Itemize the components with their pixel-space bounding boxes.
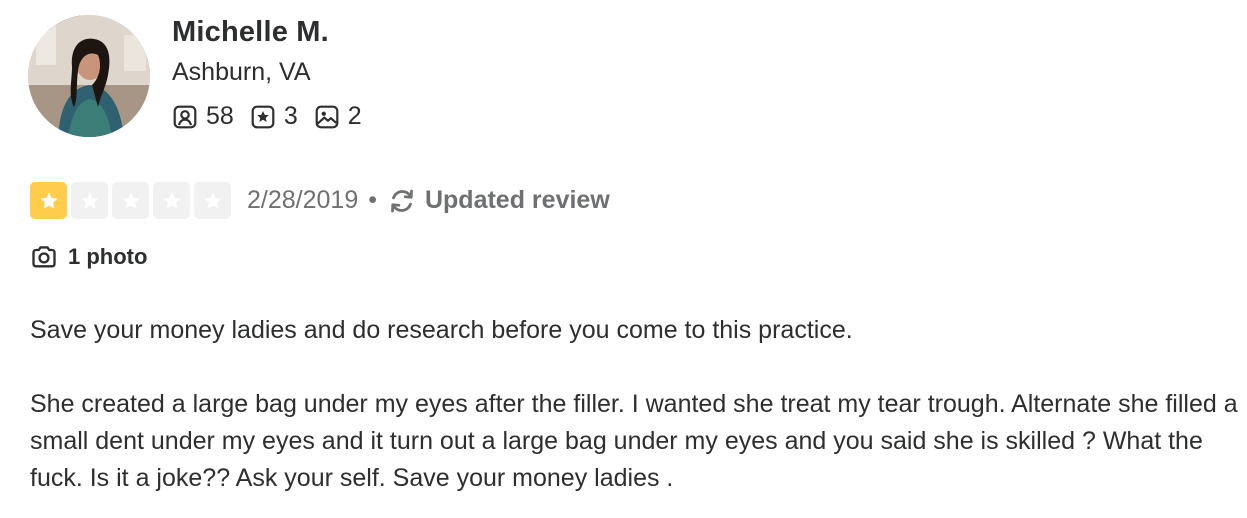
user-name[interactable]: Michelle M. bbox=[172, 16, 329, 49]
star-rating bbox=[30, 182, 231, 219]
avatar[interactable] bbox=[28, 15, 150, 137]
reviews-count: 3 bbox=[283, 102, 298, 130]
review-paragraph: Save your money ladies and do research b… bbox=[30, 316, 853, 344]
reviews-stat: 3 bbox=[250, 102, 298, 131]
star-icon bbox=[39, 191, 58, 209]
star-empty bbox=[112, 182, 149, 219]
photos-stat: 2 bbox=[314, 102, 362, 131]
avatar-image bbox=[28, 15, 150, 137]
star-empty bbox=[71, 182, 108, 219]
photo-count-label: 1 photo bbox=[68, 244, 148, 269]
updated-review-link[interactable]: Updated review bbox=[387, 186, 610, 216]
refresh-icon bbox=[391, 189, 413, 212]
photos-count: 2 bbox=[347, 102, 362, 130]
star-empty bbox=[153, 182, 190, 219]
review-body: Save your money ladies and do research b… bbox=[30, 312, 1245, 497]
review-star-icon bbox=[251, 105, 275, 128]
star-icon bbox=[121, 191, 140, 209]
user-location: Ashburn, VA bbox=[172, 58, 311, 86]
friends-count: 58 bbox=[206, 102, 234, 130]
friends-icon bbox=[173, 105, 197, 128]
star-filled bbox=[30, 182, 67, 219]
review-photos-link[interactable]: 1 photo bbox=[30, 243, 147, 271]
friends-stat: 58 bbox=[172, 102, 234, 131]
review-paragraph: She created a large bag under my eyes af… bbox=[30, 390, 1238, 492]
star-icon bbox=[203, 191, 222, 209]
user-stats: 58 3 2 bbox=[172, 102, 362, 131]
review-date: 2/28/2019 bbox=[247, 186, 359, 214]
camera-icon bbox=[32, 246, 56, 268]
image-icon bbox=[315, 105, 339, 128]
star-icon bbox=[80, 191, 99, 209]
star-icon bbox=[162, 191, 181, 209]
separator-dot: • bbox=[368, 186, 377, 214]
star-empty bbox=[194, 182, 231, 219]
updated-review-label: Updated review bbox=[424, 186, 610, 214]
review-meta: 2/28/2019 • Updated review bbox=[30, 182, 610, 219]
